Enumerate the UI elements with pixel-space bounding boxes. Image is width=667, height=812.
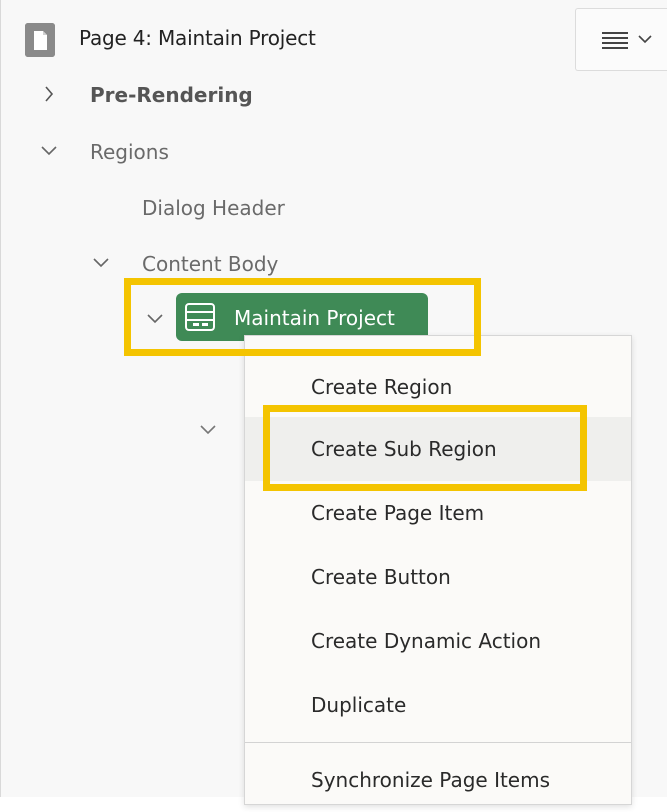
page-icon bbox=[25, 23, 55, 57]
menu-item-create-page-item[interactable]: Create Page Item bbox=[245, 481, 631, 545]
menu-item-create-button[interactable]: Create Button bbox=[245, 545, 631, 609]
tree-node-dialog-header[interactable]: Dialog Header bbox=[142, 196, 285, 220]
hamburger-menu-icon bbox=[602, 32, 628, 49]
tree-node-maintain-project[interactable]: Maintain Project bbox=[176, 293, 428, 341]
region-icon bbox=[185, 303, 215, 331]
menu-item-duplicate[interactable]: Duplicate bbox=[245, 673, 631, 737]
tree-node-pre-rendering[interactable]: Pre-Rendering bbox=[90, 83, 253, 107]
chevron-down-icon[interactable] bbox=[93, 258, 109, 268]
menu-separator bbox=[245, 742, 631, 743]
chevron-down-icon bbox=[638, 35, 652, 44]
view-menu-button[interactable] bbox=[575, 8, 667, 71]
page-title: Page 4: Maintain Project bbox=[79, 26, 316, 50]
panel-header: Page 4: Maintain Project bbox=[1, 0, 667, 72]
menu-item-create-sub-region[interactable]: Create Sub Region bbox=[245, 417, 631, 481]
selected-region-label: Maintain Project bbox=[234, 306, 395, 330]
menu-item-create-dynamic-action[interactable]: Create Dynamic Action bbox=[245, 609, 631, 673]
menu-item-synchronize-page-items[interactable]: Synchronize Page Items bbox=[245, 748, 631, 812]
chevron-down-icon[interactable] bbox=[200, 425, 216, 435]
menu-item-create-region[interactable]: Create Region bbox=[245, 355, 631, 419]
chevron-down-icon[interactable] bbox=[41, 146, 57, 156]
page-tree-panel: Page 4: Maintain Project Pre-Rendering R… bbox=[0, 0, 667, 805]
chevron-right-icon[interactable] bbox=[44, 86, 54, 102]
tree-node-regions[interactable]: Regions bbox=[90, 140, 169, 164]
tree-node-content-body[interactable]: Content Body bbox=[142, 252, 278, 276]
context-menu: Create Region Create Sub Region Create P… bbox=[244, 335, 632, 805]
chevron-down-icon[interactable] bbox=[147, 314, 163, 324]
